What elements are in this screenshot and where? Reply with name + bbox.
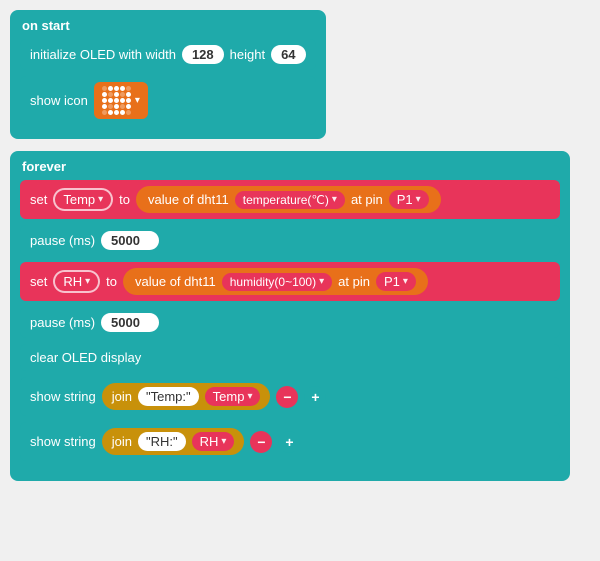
temp-pin-dropdown[interactable]: P1 ▾ [389, 190, 429, 209]
rh-join-arrow: ▾ [221, 436, 226, 447]
temp-var-pill[interactable]: Temp ▾ [53, 188, 113, 211]
forever-block: forever set Temp ▾ to value of dht11 tem… [10, 151, 570, 481]
rh-string-value[interactable]: "RH:" [138, 432, 186, 451]
rh-minus-button[interactable]: − [250, 431, 272, 453]
pause-value-2: 5000 [111, 315, 140, 330]
at-pin-text-2: at pin [338, 274, 370, 289]
rh-pin-dropdown[interactable]: P1 ▾ [376, 272, 416, 291]
temp-join-var[interactable]: Temp ▾ [205, 387, 261, 406]
temp-plus-button[interactable]: + [304, 386, 326, 408]
pause-value-1: 5000 [111, 233, 140, 248]
temp-sensor-arrow: ▾ [332, 194, 337, 205]
height-label: height [230, 47, 265, 62]
rh-join-var[interactable]: RH ▾ [192, 432, 235, 451]
to-text-1: to [119, 192, 130, 207]
init-text: initialize OLED with width [30, 47, 176, 62]
show-string-rh-block: show string join "RH:" RH ▾ − + [20, 422, 560, 461]
on-start-block: on start initialize OLED with width 128 … [10, 10, 326, 139]
rh-var-arrow: ▾ [85, 276, 90, 287]
dht-text-2: value of dht11 [135, 274, 216, 289]
rh-pin-value: P1 [384, 274, 400, 289]
on-start-label: on start [20, 18, 316, 33]
show-string-temp-block: show string join "Temp:" Temp ▾ − + [20, 377, 560, 416]
show-string-text-1: show string [30, 389, 96, 404]
show-string-text-2: show string [30, 434, 96, 449]
join-rh-block: join "RH:" RH ▾ [102, 428, 245, 455]
rh-plus-button[interactable]: + [278, 431, 300, 453]
join-label-1: join [112, 389, 132, 404]
init-oled-block: initialize OLED with width 128 height 64 [20, 39, 316, 70]
rh-join-var-name: RH [200, 434, 219, 449]
pause-block-1: pause (ms) 5000 ▾ [20, 225, 560, 256]
humidity-dropdown[interactable]: humidity(0~100) ▾ [222, 273, 332, 291]
rh-pin-arrow: ▾ [403, 276, 408, 287]
forever-label: forever [20, 159, 560, 174]
height-value[interactable]: 64 [271, 45, 305, 64]
clear-text: clear OLED display [30, 350, 141, 365]
icon-grid [102, 86, 131, 115]
temperature-dropdown[interactable]: temperature(℃) ▾ [235, 191, 345, 209]
set-temp-label: set [30, 192, 47, 207]
temp-pin-arrow: ▾ [416, 194, 421, 205]
at-pin-text-1: at pin [351, 192, 383, 207]
dht-temp-block: value of dht11 temperature(℃) ▾ at pin P… [136, 186, 441, 213]
rh-var-pill[interactable]: RH ▾ [53, 270, 100, 293]
pause-block-2: pause (ms) 5000 ▾ [20, 307, 560, 338]
set-rh-block: set RH ▾ to value of dht11 humidity(0~10… [20, 262, 560, 301]
join-temp-block: join "Temp:" Temp ▾ [102, 383, 271, 410]
temp-join-arrow: ▾ [247, 391, 252, 402]
temp-pin-value: P1 [397, 192, 413, 207]
icon-grid-button[interactable]: ▾ [94, 82, 148, 119]
pause-input-1[interactable]: 5000 ▾ [101, 231, 159, 250]
clear-oled-block: clear OLED display [20, 344, 560, 371]
humidity-sensor-arrow: ▾ [319, 276, 324, 287]
dht-text-1: value of dht11 [148, 192, 229, 207]
pause-input-2[interactable]: 5000 ▾ [101, 313, 159, 332]
show-icon-text: show icon [30, 93, 88, 108]
set-temp-block: set Temp ▾ to value of dht11 temperature… [20, 180, 560, 219]
temp-var-arrow: ▾ [98, 194, 103, 205]
rh-var-name: RH [63, 274, 82, 289]
pause-arrow-1: ▾ [144, 235, 149, 246]
temp-var-name: Temp [63, 192, 95, 207]
show-icon-block: show icon ▾ [20, 76, 316, 125]
pause-text-1: pause (ms) [30, 233, 95, 248]
pause-arrow-2: ▾ [144, 317, 149, 328]
temp-minus-button[interactable]: − [276, 386, 298, 408]
dht-rh-block: value of dht11 humidity(0~100) ▾ at pin … [123, 268, 428, 295]
temp-string-value[interactable]: "Temp:" [138, 387, 199, 406]
icon-dropdown-arrow: ▾ [135, 95, 140, 106]
to-text-2: to [106, 274, 117, 289]
humidity-sensor-label: humidity(0~100) [230, 275, 316, 289]
temp-join-var-name: Temp [213, 389, 245, 404]
temp-sensor-label: temperature(℃) [243, 193, 329, 207]
join-label-2: join [112, 434, 132, 449]
pause-text-2: pause (ms) [30, 315, 95, 330]
set-rh-label: set [30, 274, 47, 289]
width-value[interactable]: 128 [182, 45, 224, 64]
